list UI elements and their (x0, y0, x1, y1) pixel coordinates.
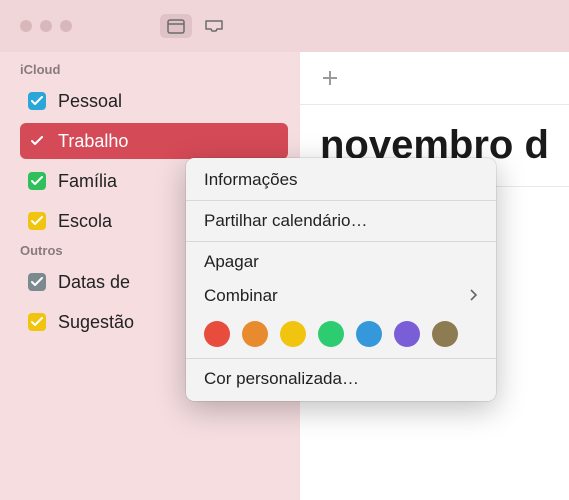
calendar-checkbox[interactable] (28, 132, 46, 150)
color-swatch[interactable] (356, 321, 382, 347)
color-swatch[interactable] (432, 321, 458, 347)
calendar-label: Datas de (58, 272, 130, 293)
calendar-checkbox[interactable] (28, 172, 46, 190)
menu-custom-color[interactable]: Cor personalizada… (186, 362, 496, 396)
color-swatch[interactable] (394, 321, 420, 347)
menu-info[interactable]: Informações (186, 163, 496, 197)
sidebar-calendar-item[interactable]: Pessoal (20, 83, 288, 119)
calendar-icon (167, 18, 185, 34)
sidebar-calendar-item[interactable]: Trabalho (20, 123, 288, 159)
calendar-checkbox[interactable] (28, 212, 46, 230)
menu-separator (186, 200, 496, 201)
titlebar (0, 0, 569, 52)
check-icon (31, 216, 43, 226)
add-event-button[interactable] (316, 64, 344, 92)
color-swatch[interactable] (204, 321, 230, 347)
inbox-button[interactable] (198, 14, 230, 38)
window-controls (20, 20, 72, 32)
menu-separator (186, 241, 496, 242)
menu-delete[interactable]: Apagar (186, 245, 496, 279)
color-swatch[interactable] (318, 321, 344, 347)
minimize-dot[interactable] (40, 20, 52, 32)
check-icon (31, 176, 43, 186)
menu-share[interactable]: Partilhar calendário… (186, 204, 496, 238)
calendar-label: Escola (58, 211, 112, 232)
calendar-checkbox[interactable] (28, 92, 46, 110)
color-row (186, 313, 496, 355)
check-icon (31, 136, 43, 146)
close-dot[interactable] (20, 20, 32, 32)
zoom-dot[interactable] (60, 20, 72, 32)
check-icon (31, 317, 43, 327)
chevron-right-icon (470, 286, 478, 306)
calendar-checkbox[interactable] (28, 313, 46, 331)
toolbar (160, 14, 230, 38)
calendar-label: Sugestão (58, 312, 134, 333)
check-icon (31, 96, 43, 106)
plus-icon (320, 68, 340, 88)
sidebar-section-header: iCloud (20, 62, 288, 77)
check-icon (31, 277, 43, 287)
menu-separator (186, 358, 496, 359)
calendar-view-button[interactable] (160, 14, 192, 38)
calendar-label: Pessoal (58, 91, 122, 112)
calendar-checkbox[interactable] (28, 273, 46, 291)
inbox-icon (204, 18, 224, 34)
main-toolbar (300, 52, 569, 104)
color-swatch[interactable] (242, 321, 268, 347)
menu-combine[interactable]: Combinar (186, 279, 496, 313)
calendar-label: Família (58, 171, 117, 192)
context-menu: Informações Partilhar calendário… Apagar… (186, 158, 496, 401)
calendar-label: Trabalho (58, 131, 128, 152)
color-swatch[interactable] (280, 321, 306, 347)
